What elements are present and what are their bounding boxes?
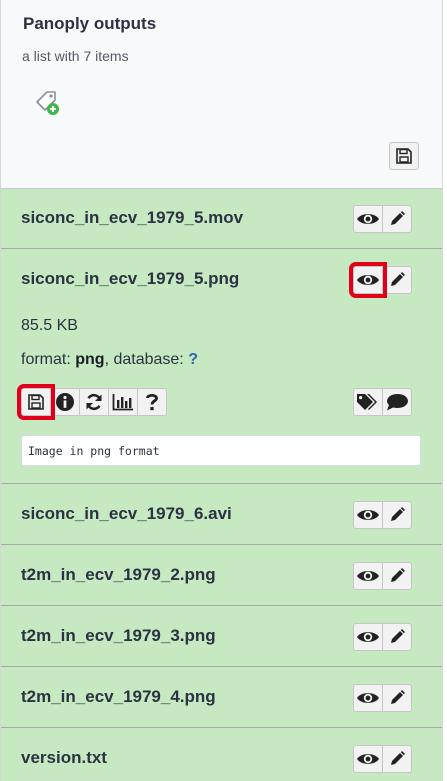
view-button[interactable] bbox=[353, 562, 383, 590]
dataset-name[interactable]: siconc_in_ecv_1979_6.avi bbox=[21, 504, 232, 524]
dataset-name[interactable]: t2m_in_ecv_1979_2.png bbox=[21, 565, 216, 585]
dataset-item: t2m_in_ecv_1979_4.png bbox=[1, 667, 442, 728]
history-panel: Panoply outputs a list with 7 items sico… bbox=[0, 0, 443, 781]
info-button[interactable] bbox=[50, 388, 80, 416]
comment-icon bbox=[387, 394, 408, 411]
history-title: Panoply outputs bbox=[23, 14, 157, 33]
history-header: Panoply outputs a list with 7 items bbox=[1, 0, 442, 189]
edit-button[interactable] bbox=[382, 205, 412, 233]
info-circle-icon bbox=[56, 393, 74, 411]
eye-icon bbox=[357, 693, 379, 703]
download-button[interactable] bbox=[17, 384, 55, 420]
dataset-size: 85.5 KB bbox=[21, 317, 78, 334]
view-button[interactable] bbox=[349, 262, 387, 298]
eye-icon bbox=[357, 632, 379, 642]
dataset-item: version.txt bbox=[1, 728, 442, 781]
edit-button[interactable] bbox=[382, 745, 412, 773]
format-value: png bbox=[75, 351, 105, 368]
view-button[interactable] bbox=[353, 205, 383, 233]
annotate-button[interactable] bbox=[382, 388, 412, 416]
dataset-name[interactable]: version.txt bbox=[21, 748, 107, 768]
view-button[interactable] bbox=[353, 745, 383, 773]
database-value[interactable]: ? bbox=[188, 351, 198, 368]
floppy-disk-icon bbox=[28, 394, 44, 410]
tag-add-icon[interactable] bbox=[33, 88, 63, 118]
dataset-item: t2m_in_ecv_1979_3.png bbox=[1, 606, 442, 667]
dataset-item: siconc_in_ecv_1979_5.mov bbox=[1, 189, 442, 249]
refresh-icon bbox=[86, 393, 102, 411]
pencil-icon bbox=[391, 629, 405, 643]
eye-icon bbox=[357, 510, 379, 520]
edit-button[interactable] bbox=[382, 562, 412, 590]
dataset-name[interactable]: t2m_in_ecv_1979_4.png bbox=[21, 687, 216, 707]
dataset-item: siconc_in_ecv_1979_6.avi bbox=[1, 484, 442, 545]
pencil-icon bbox=[391, 272, 405, 286]
dataset-name[interactable]: siconc_in_ecv_1979_5.png bbox=[21, 269, 239, 289]
format-label: format: bbox=[21, 351, 71, 368]
edit-button[interactable] bbox=[382, 684, 412, 712]
view-button[interactable] bbox=[353, 684, 383, 712]
database-label: , database: bbox=[104, 351, 184, 368]
edit-tags-button[interactable] bbox=[353, 388, 383, 416]
dataset-peek: Image in png format bbox=[21, 435, 421, 466]
edit-button[interactable] bbox=[382, 266, 412, 294]
bar-chart-icon bbox=[112, 394, 133, 411]
save-history-button[interactable] bbox=[389, 142, 419, 170]
tags-icon bbox=[357, 394, 377, 410]
rerun-button[interactable] bbox=[79, 388, 109, 416]
view-button[interactable] bbox=[353, 501, 383, 529]
eye-icon bbox=[357, 571, 379, 581]
floppy-disk-icon bbox=[396, 148, 412, 164]
eye-icon bbox=[357, 754, 379, 764]
pencil-icon bbox=[391, 751, 405, 765]
edit-button[interactable] bbox=[382, 501, 412, 529]
pencil-icon bbox=[391, 211, 405, 225]
eye-icon bbox=[357, 214, 379, 224]
edit-button[interactable] bbox=[382, 623, 412, 651]
eye-icon bbox=[357, 275, 379, 285]
pencil-icon bbox=[391, 690, 405, 704]
dataset-item: t2m_in_ecv_1979_2.png bbox=[1, 545, 442, 606]
question-icon bbox=[146, 394, 158, 411]
history-subtitle: a list with 7 items bbox=[22, 48, 129, 64]
view-button[interactable] bbox=[353, 623, 383, 651]
dataset-item-expanded: siconc_in_ecv_1979_5.png 85.5 KB format:… bbox=[1, 249, 442, 484]
pencil-icon bbox=[391, 507, 405, 521]
visualize-button[interactable] bbox=[108, 388, 138, 416]
dataset-format-line: format: png, database: ? bbox=[21, 351, 198, 369]
help-button[interactable] bbox=[137, 388, 167, 416]
pencil-icon bbox=[391, 568, 405, 582]
dataset-name[interactable]: siconc_in_ecv_1979_5.mov bbox=[21, 208, 243, 228]
dataset-name[interactable]: t2m_in_ecv_1979_3.png bbox=[21, 626, 216, 646]
